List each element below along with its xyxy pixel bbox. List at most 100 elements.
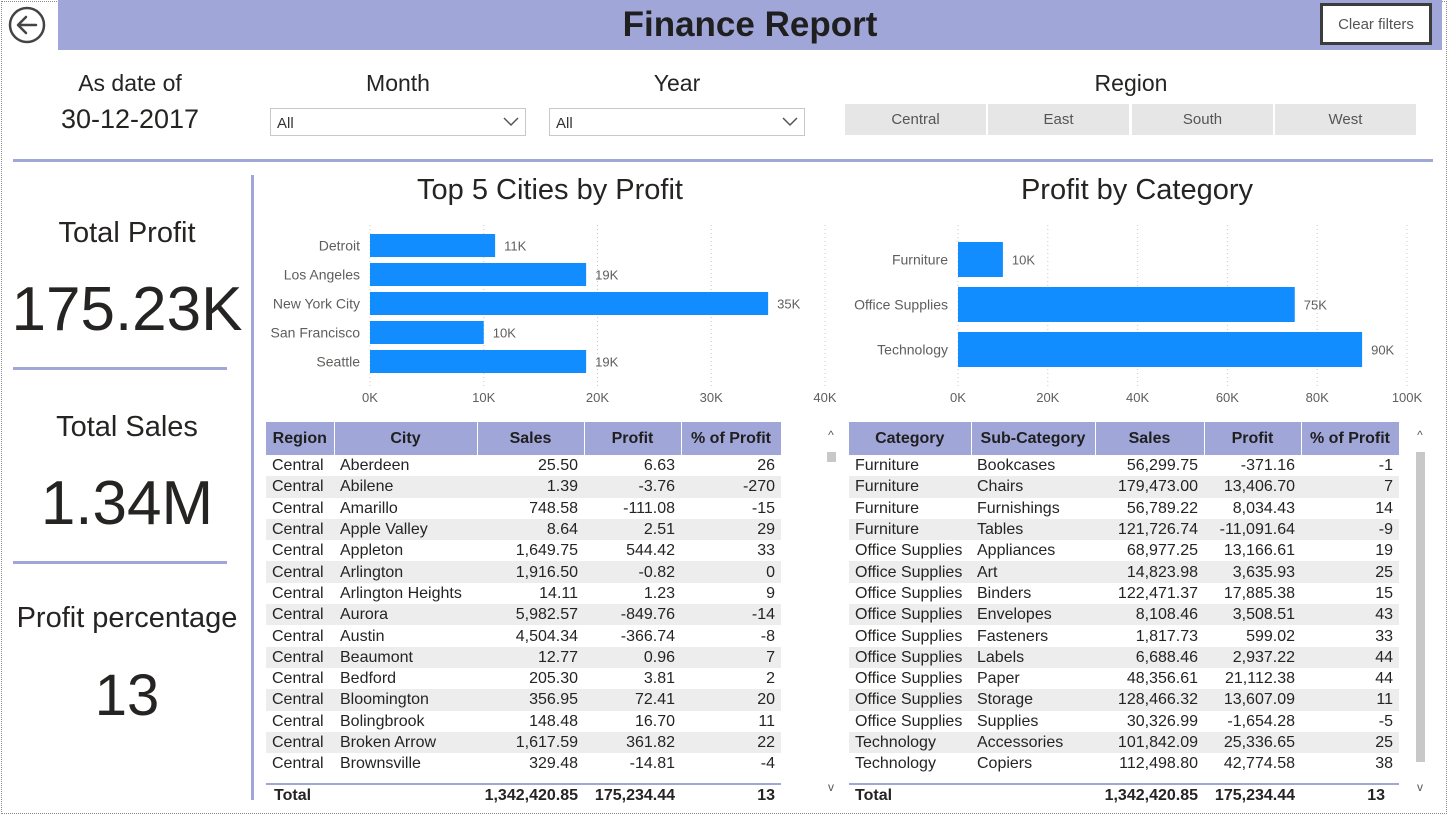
x-tick-label: 100K bbox=[1392, 390, 1423, 405]
table-row[interactable]: Office Supplies Envelopes 8,108.46 3,508.51… bbox=[849, 604, 1399, 626]
region-button-central[interactable]: Central bbox=[845, 104, 986, 135]
region-button-south[interactable]: South bbox=[1132, 104, 1273, 135]
table-cell: Bedford bbox=[340, 670, 397, 688]
data-label: 35K bbox=[777, 297, 800, 312]
table-cell: 0 bbox=[681, 561, 781, 583]
table-cell: 0.96 bbox=[584, 646, 681, 668]
table-row[interactable]: Central Abilene 1.39 -3.76 -270 bbox=[266, 476, 781, 498]
category-label: Los Angeles bbox=[284, 267, 360, 283]
table-cell: Central bbox=[266, 561, 334, 583]
table-row[interactable]: Furniture Tables 121,726.74 -11,091.64 -9 bbox=[849, 518, 1399, 541]
table-cell: Bloomington bbox=[334, 689, 477, 711]
table-row[interactable]: Office Supplies Paper 48,356.61 21,112.38 44 bbox=[849, 668, 1399, 689]
scroll-down-icon[interactable]: v bbox=[1414, 780, 1426, 794]
table-row[interactable]: Central Bloomington 356.95 72.41 20 bbox=[266, 689, 781, 711]
section-divider bbox=[13, 159, 1433, 162]
back-button[interactable] bbox=[8, 6, 46, 44]
bar[interactable] bbox=[958, 242, 1003, 277]
table-row[interactable]: Technology Copiers 112,498.80 42,774.58 38 bbox=[849, 753, 1399, 774]
region-button-west[interactable]: West bbox=[1275, 104, 1416, 135]
category-label: Detroit bbox=[319, 238, 360, 254]
table-cell: -111.08 bbox=[623, 499, 675, 517]
month-dropdown[interactable]: All bbox=[270, 108, 526, 136]
clear-filters-button[interactable]: Clear filters bbox=[1320, 3, 1432, 45]
table-row[interactable]: Furniture Chairs 179,473.00 13,406.70 7 bbox=[849, 476, 1399, 498]
x-tick-label: 0K bbox=[362, 390, 378, 405]
table-row[interactable]: Central Appleton 1,649.75 544.42 33 bbox=[266, 540, 781, 561]
data-label: 19K bbox=[595, 268, 618, 283]
table-row[interactable]: Central Aberdeen 25.50 6.63 26 bbox=[266, 455, 781, 476]
category-label: New York City bbox=[273, 296, 360, 312]
column-header[interactable]: Profit bbox=[1204, 422, 1302, 455]
table-row[interactable]: Office Supplies Binders 122,471.37 17,885.3… bbox=[849, 583, 1399, 604]
bar[interactable] bbox=[370, 292, 769, 315]
table-cell: Supplies bbox=[977, 712, 1039, 730]
table-row[interactable]: Central Aurora 5,982.57 -849.76 -14 bbox=[266, 604, 781, 626]
data-label: 90K bbox=[1371, 343, 1394, 358]
scroll-up-icon[interactable]: ^ bbox=[1414, 428, 1426, 442]
year-dropdown[interactable]: All bbox=[549, 108, 805, 136]
bar[interactable] bbox=[370, 263, 587, 286]
column-header[interactable]: % of Profit bbox=[681, 422, 781, 455]
table-row[interactable]: Central Arlington Heights 14.11 1.23 9 bbox=[266, 583, 781, 604]
bar[interactable] bbox=[370, 350, 587, 373]
bar[interactable] bbox=[370, 234, 496, 257]
table-cell: 25.50 bbox=[537, 457, 578, 475]
city-table-scrollbar[interactable]: ^ v bbox=[825, 428, 837, 794]
category-table-scrollbar[interactable]: ^ v bbox=[1414, 428, 1426, 794]
table-row[interactable]: Central Arlington 1,916.50 -0.82 0 bbox=[266, 561, 781, 583]
table-cell: 1,617.59 bbox=[477, 731, 584, 754]
table-cell: 29 bbox=[681, 518, 781, 541]
scroll-up-icon[interactable]: ^ bbox=[825, 428, 837, 442]
table-row[interactable]: Office Supplies Art 14,823.98 3,635.93 25 bbox=[849, 561, 1399, 583]
column-header[interactable]: Category bbox=[849, 422, 972, 455]
column-header[interactable]: Region bbox=[266, 422, 335, 455]
table-row[interactable]: Office Supplies Fasteners 1,817.73 599.02 33 bbox=[849, 625, 1399, 646]
date-label: As date of bbox=[78, 70, 182, 96]
column-header[interactable]: Sales bbox=[1095, 422, 1205, 455]
column-header[interactable]: % of Profit bbox=[1301, 422, 1399, 455]
table-row[interactable]: Office Supplies Supplies 30,326.99 -1,654.2… bbox=[849, 711, 1399, 732]
table-cell: 13,166.61 bbox=[1223, 542, 1295, 560]
table-row[interactable]: Central Beaumont 12.77 0.96 7 bbox=[266, 646, 781, 668]
city-table-total-row: Total 1,342,420.85 175,234.44 13 bbox=[266, 783, 781, 805]
table-row[interactable]: Office Supplies Labels 6,688.46 2,937.22 44 bbox=[849, 646, 1399, 668]
scroll-down-icon[interactable]: v bbox=[825, 780, 837, 794]
table-row[interactable]: Office Supplies Storage 128,466.32 13,607.0… bbox=[849, 689, 1399, 711]
table-row[interactable]: Central Austin 4,504.34 -366.74 -8 bbox=[266, 625, 781, 646]
table-cell: Central bbox=[266, 476, 334, 498]
scroll-thumb[interactable] bbox=[827, 452, 836, 462]
table-cell: 3.81 bbox=[643, 670, 675, 688]
x-tick-label: 0K bbox=[950, 390, 966, 405]
column-header[interactable]: City bbox=[334, 422, 478, 455]
table-row[interactable]: Central Apple Valley 8.64 2.51 29 bbox=[266, 518, 781, 541]
table-row[interactable]: Central Broken Arrow 1,617.59 361.82 22 bbox=[266, 731, 781, 754]
bar[interactable] bbox=[958, 332, 1363, 367]
table-row[interactable]: Furniture Bookcases 56,299.75 -371.16 -1 bbox=[849, 455, 1399, 476]
column-header[interactable]: Sub-Category bbox=[971, 422, 1096, 455]
bar[interactable] bbox=[370, 321, 484, 344]
x-tick-label: 40K bbox=[1126, 390, 1149, 405]
table-cell: Office Supplies bbox=[849, 561, 971, 583]
region-button-east[interactable]: East bbox=[988, 104, 1129, 135]
table-cell: Bolingbrook bbox=[340, 712, 425, 730]
data-label: 10K bbox=[493, 326, 516, 341]
table-cell: 4,504.34 bbox=[515, 627, 578, 645]
table-cell: 44 bbox=[1375, 670, 1393, 688]
bar[interactable] bbox=[958, 287, 1295, 322]
column-header[interactable]: Profit bbox=[584, 422, 682, 455]
table-row[interactable]: Central Bedford 205.30 3.81 2 bbox=[266, 668, 781, 689]
table-row[interactable]: Central Amarillo 748.58 -111.08 -15 bbox=[266, 498, 781, 519]
table-cell: Office Supplies bbox=[855, 627, 963, 645]
table-row[interactable]: Central Bolingbrook 148.48 16.70 11 bbox=[266, 711, 781, 732]
table-cell: Binders bbox=[977, 584, 1032, 602]
table-row[interactable]: Office Supplies Appliances 68,977.25 13,166… bbox=[849, 540, 1399, 561]
back-arrow-icon bbox=[8, 6, 46, 44]
scroll-thumb[interactable] bbox=[1416, 452, 1425, 762]
table-row[interactable]: Central Brownsville 329.48 -14.81 -4 bbox=[266, 753, 781, 774]
table-cell: 8,034.43 bbox=[1232, 499, 1295, 517]
table-row[interactable]: Technology Accessories 101,842.09 25,336.65… bbox=[849, 731, 1399, 754]
column-header[interactable]: Sales bbox=[477, 422, 585, 455]
table-row[interactable]: Furniture Furnishings 56,789.22 8,034.43 14 bbox=[849, 498, 1399, 519]
table-cell: 56,789.22 bbox=[1126, 499, 1198, 517]
